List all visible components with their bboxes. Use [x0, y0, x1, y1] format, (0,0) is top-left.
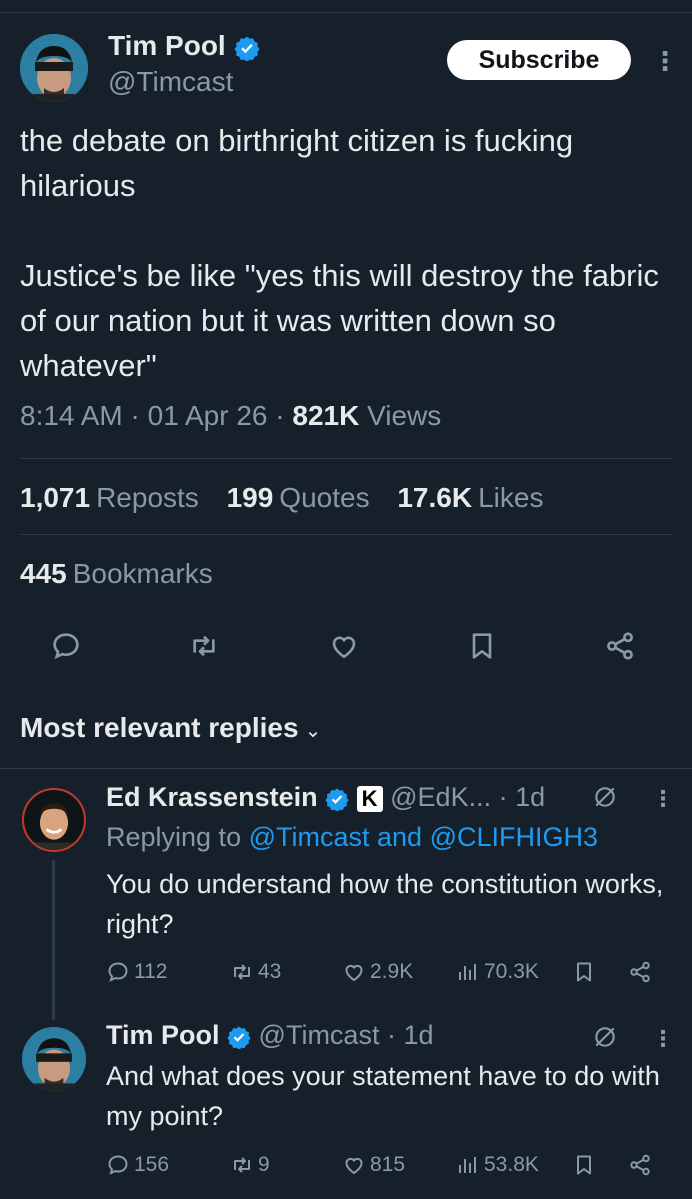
- quotes-count: 199: [226, 482, 274, 513]
- post-text: the debate on birthright citizen is fuck…: [20, 123, 659, 383]
- post-author[interactable]: Tim Pool: [108, 30, 260, 62]
- reply-reply-button[interactable]: 156: [106, 1153, 169, 1177]
- reply-repost-button[interactable]: 43: [230, 960, 281, 984]
- reply-author-name[interactable]: Ed Krassenstein: [106, 782, 318, 812]
- reply-icon: [108, 1155, 128, 1175]
- engagement-stats: 1,071 Reposts 199 Quotes 17.6K Likes: [20, 482, 563, 514]
- repost-count: 43: [258, 960, 282, 983]
- views-count: 821K: [292, 400, 360, 431]
- quotes-stat[interactable]: 199 Quotes: [227, 482, 370, 513]
- reposts-stat[interactable]: 1,071 Reposts: [20, 482, 199, 513]
- verified-badge-icon: [227, 1026, 251, 1049]
- grok-icon[interactable]: [592, 784, 618, 815]
- more-options-icon[interactable]: ⋮: [652, 46, 678, 77]
- reply-header: Tim Pool @Timcast · 1d: [106, 1020, 434, 1050]
- like-count: 815: [370, 1153, 406, 1176]
- reply-like-button[interactable]: 815: [342, 1153, 405, 1177]
- reply-actions: 112 43 2.9K 70.3K: [106, 960, 666, 990]
- top-divider: [0, 12, 692, 13]
- reply-like-button[interactable]: 2.9K: [342, 960, 413, 984]
- post-date[interactable]: 01 Apr 26: [148, 400, 268, 431]
- author-name[interactable]: Tim Pool: [108, 30, 226, 61]
- reply-age[interactable]: 1d: [515, 782, 545, 812]
- thread-line: [52, 860, 55, 1020]
- reply-more-icon[interactable]: ⋮: [652, 1026, 674, 1052]
- bookmark-icon[interactable]: [572, 1153, 596, 1177]
- share-icon[interactable]: [628, 960, 652, 984]
- reply-actions: 156 9 815 53.8K: [106, 1153, 666, 1183]
- reply-author-name[interactable]: Tim Pool: [106, 1020, 220, 1050]
- verified-badge-icon: [233, 36, 260, 61]
- views-label: Views: [367, 400, 442, 431]
- post-meta: 8:14 AM · 01 Apr 26 · 821K Views: [20, 400, 442, 431]
- reposts-label: Reposts: [96, 482, 199, 513]
- like-count: 2.9K: [370, 960, 414, 983]
- reply-text: You do understand how the constitution w…: [106, 869, 664, 939]
- views-count: 70.3K: [484, 960, 539, 983]
- likes-count: 17.6K: [397, 482, 473, 513]
- verified-badge-icon: [325, 788, 349, 811]
- subscribe-button[interactable]: Subscribe: [447, 40, 631, 80]
- repost-icon: [234, 964, 250, 980]
- reply-count: 112: [134, 960, 168, 983]
- bookmarks-label: Bookmarks: [72, 558, 213, 589]
- reply-handle[interactable]: @Timcast: [259, 1020, 380, 1050]
- reply-icon: [108, 962, 128, 982]
- reply-avatar[interactable]: [22, 1027, 86, 1091]
- views-count: 53.8K: [484, 1153, 539, 1176]
- reply-header: Ed Krassenstein K @EdK... · 1d: [106, 782, 546, 812]
- like-icon[interactable]: [328, 630, 368, 670]
- reply-text: And what does your statement have to do …: [106, 1061, 660, 1131]
- share-icon[interactable]: [628, 1153, 652, 1177]
- likes-stat[interactable]: 17.6K Likes: [397, 482, 543, 513]
- avatar[interactable]: [20, 34, 88, 102]
- replies-sort-label: Most relevant replies: [20, 712, 299, 743]
- reply-age[interactable]: 1d: [404, 1020, 434, 1050]
- reply-avatar[interactable]: [22, 788, 86, 852]
- views-icon: [459, 964, 476, 980]
- bookmarks-count: 445: [20, 558, 67, 589]
- post-time[interactable]: 8:14 AM: [20, 400, 123, 431]
- replying-to: Replying to @Timcast and @CLIFHIGH3: [106, 822, 598, 853]
- author-handle[interactable]: @Timcast: [108, 66, 233, 98]
- bookmark-icon[interactable]: [466, 630, 506, 670]
- quotes-label: Quotes: [279, 482, 370, 513]
- post-actions: [0, 630, 692, 670]
- reply-icon[interactable]: [50, 630, 90, 670]
- affiliate-badge-icon: K: [356, 785, 383, 812]
- like-icon: [345, 1157, 363, 1175]
- replying-prefix: Replying to: [106, 822, 242, 852]
- repost-count: 9: [258, 1153, 270, 1176]
- replying-to-links[interactable]: @Timcast and @CLIFHIGH3: [249, 822, 598, 852]
- share-icon[interactable]: [604, 630, 644, 670]
- divider: [20, 534, 672, 535]
- reply-reply-button[interactable]: 112: [106, 960, 167, 984]
- divider: [20, 458, 672, 459]
- views-icon: [459, 1157, 476, 1173]
- reply-repost-button[interactable]: 9: [230, 1153, 270, 1177]
- chevron-down-icon: ⌄: [304, 720, 322, 742]
- reply-more-icon[interactable]: ⋮: [652, 786, 674, 812]
- grok-icon[interactable]: [592, 1024, 618, 1055]
- likes-label: Likes: [478, 482, 544, 513]
- reply-views-button[interactable]: 70.3K: [456, 960, 539, 984]
- bookmarks-stat[interactable]: 445 Bookmarks: [20, 558, 213, 590]
- replies-sort-dropdown[interactable]: Most relevant replies ⌄: [20, 712, 321, 744]
- divider: [0, 768, 692, 769]
- reply-count: 156: [134, 1153, 170, 1176]
- reposts-count: 1,071: [20, 482, 91, 513]
- repost-icon[interactable]: [188, 630, 228, 670]
- like-icon: [345, 964, 363, 982]
- reply-views-button[interactable]: 53.8K: [456, 1153, 539, 1177]
- repost-icon: [234, 1157, 250, 1173]
- reply-handle[interactable]: @EdK...: [390, 782, 491, 812]
- bookmark-icon[interactable]: [572, 960, 596, 984]
